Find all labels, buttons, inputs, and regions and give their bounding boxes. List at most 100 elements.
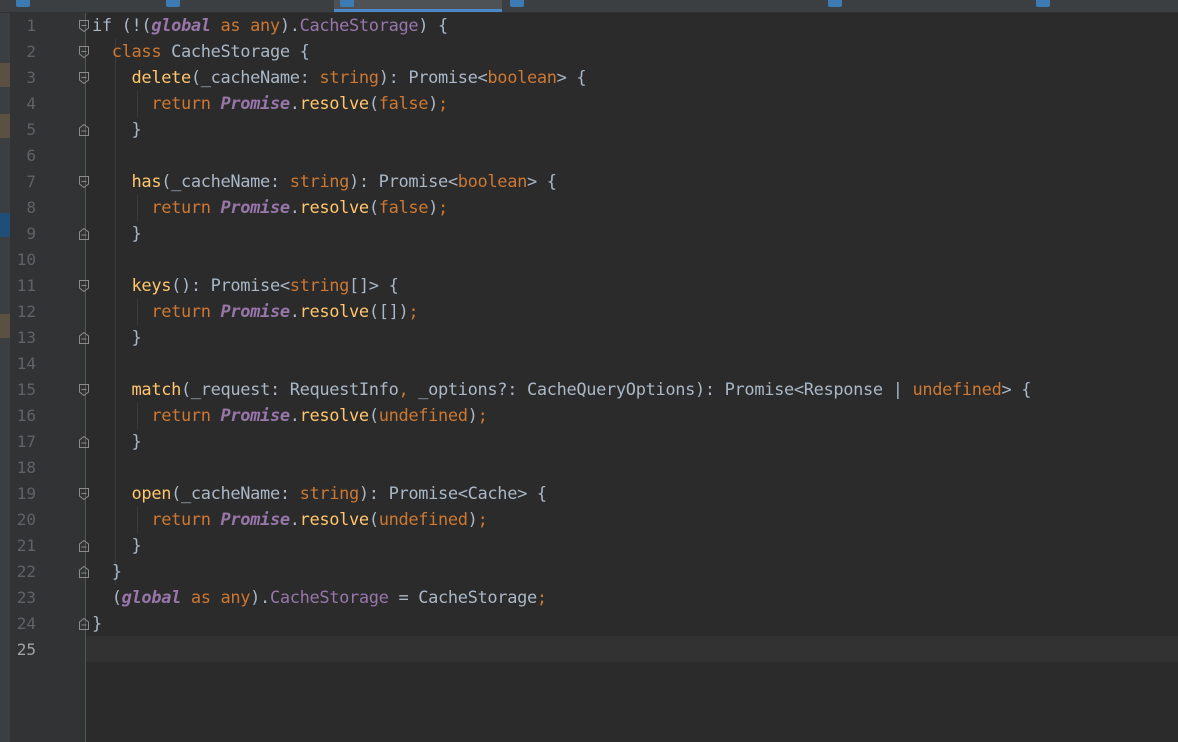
code-token: Promise [220,94,291,114]
fold-collapse-icon[interactable] [77,435,91,449]
fold-collapse-icon[interactable] [77,539,91,553]
editor-tab[interactable] [504,0,820,12]
editor-tab[interactable] [1030,0,1178,12]
vcs-change-marker[interactable] [0,114,10,138]
code-line[interactable] [92,143,1031,169]
code-token: } [92,536,142,556]
line-number[interactable]: 13 [10,325,36,351]
code-line[interactable] [92,637,1031,663]
line-number[interactable]: 7 [10,169,36,195]
editor-tab[interactable] [160,0,332,12]
fold-expand-icon[interactable] [77,487,91,501]
code-line[interactable]: } [92,429,1031,455]
fold-collapse-icon[interactable] [77,565,91,579]
fold-collapse-icon[interactable] [77,331,91,345]
line-number[interactable]: 18 [10,455,36,481]
editor-tab[interactable] [10,0,160,12]
line-number[interactable]: 24 [10,611,36,637]
line-number[interactable]: 21 [10,533,36,559]
line-number[interactable]: 23 [10,585,36,611]
vcs-change-marker[interactable] [0,314,10,338]
line-number[interactable]: 8 [10,195,36,221]
line-number[interactable]: 14 [10,351,36,377]
code-line[interactable]: class CacheStorage { [92,39,1031,65]
line-number[interactable]: 2 [10,39,36,65]
line-number[interactable]: 12 [10,299,36,325]
code-line[interactable]: match(_request: RequestInfo, _options?: … [92,377,1032,403]
code-line[interactable] [92,455,1031,481]
code-line[interactable]: open(_cacheName: string): Promise<Cache>… [92,481,1031,507]
typescript-file-icon [166,0,180,7]
line-number[interactable]: 19 [10,481,36,507]
vcs-change-marker[interactable] [0,63,10,87]
code-token: false [378,94,429,114]
fold-expand-icon[interactable] [77,383,91,397]
line-number[interactable]: 10 [10,247,36,273]
code-token: } [92,224,142,244]
code-line[interactable]: } [92,325,1031,351]
line-number[interactable]: 17 [10,429,36,455]
vcs-change-marker[interactable] [0,213,10,237]
code-line[interactable]: } [92,221,1031,247]
code-line[interactable]: if (!(global as any).CacheStorage) { [92,13,1031,39]
code-token: boolean [487,68,557,88]
line-number[interactable]: 3 [10,65,36,91]
line-number[interactable]: 9 [10,221,36,247]
code-token: false [378,198,429,218]
code-editor[interactable]: if (!(global as any).CacheStorage) { cla… [92,13,1031,663]
editor-tab-active[interactable] [334,0,502,12]
line-number[interactable]: 5 [10,117,36,143]
code-token: string [319,68,379,88]
line-number[interactable]: 25 [10,637,36,663]
code-line[interactable] [92,247,1031,273]
code-line[interactable]: return Promise.resolve(false); [92,195,1031,221]
line-number[interactable]: 16 [10,403,36,429]
code-token: has [131,172,162,192]
code-line[interactable]: } [92,117,1031,143]
code-token: string [289,172,350,192]
code-line[interactable]: delete(_cacheName: string): Promise<bool… [92,65,1031,91]
fold-expand-icon[interactable] [77,45,91,59]
code-token: ( [368,198,379,218]
code-token: global [121,588,182,608]
fold-expand-icon[interactable] [77,175,91,189]
fold-expand-icon[interactable] [77,279,91,293]
code-line[interactable]: return Promise.resolve(undefined); [92,403,1031,429]
fold-collapse-icon[interactable] [77,617,91,631]
fold-expand-icon[interactable] [77,71,91,85]
code-token: ) [428,198,439,218]
line-number[interactable]: 1 [10,13,36,39]
code-line[interactable]: } [92,559,1031,585]
fold-collapse-icon[interactable] [77,227,91,241]
fold-expand-icon[interactable] [77,19,91,33]
code-line[interactable]: (global as any).CacheStorage = CacheStor… [92,585,1031,611]
code-token: ): Promise< [349,172,458,192]
code-line[interactable]: return Promise.resolve(false); [92,91,1031,117]
code-line[interactable]: keys(): Promise<string[]> { [92,273,1031,299]
code-token: Promise [220,510,291,530]
line-number[interactable]: 15 [10,377,36,403]
typescript-file-icon [828,0,842,7]
line-number[interactable]: 11 [10,273,36,299]
typescript-file-icon [340,0,354,7]
line-number[interactable]: 4 [10,91,36,117]
editor-tab[interactable] [822,0,1028,12]
code-line[interactable]: } [92,533,1031,559]
line-number[interactable]: 22 [10,559,36,585]
code-token: ). [250,588,270,608]
code-token: ) [467,510,478,530]
code-line[interactable]: return Promise.resolve([]); [92,299,1031,325]
code-token: if (!( [92,16,152,36]
line-number[interactable]: 20 [10,507,36,533]
code-line[interactable] [92,351,1031,377]
fold-collapse-icon[interactable] [77,123,91,137]
code-line[interactable]: has(_cacheName: string): Promise<boolean… [92,169,1031,195]
line-number[interactable]: 6 [10,143,36,169]
code-line[interactable]: } [92,611,1031,637]
code-token: ( [368,94,379,114]
code-line[interactable]: return Promise.resolve(undefined); [92,507,1031,533]
